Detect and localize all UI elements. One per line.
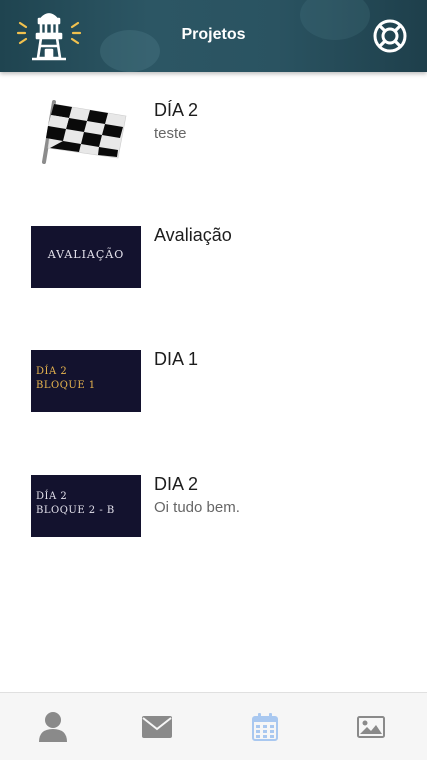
project-title: DIA 2 — [154, 473, 199, 494]
project-thumbnail: DÍA 2 BLOQUE 1 — [31, 350, 141, 412]
app-screen: Projetos DÍA 2 teste AVALIAÇÃO Avaliação… — [0, 0, 427, 760]
thumbnail-line: BLOQUE 1 — [36, 380, 96, 391]
project-item[interactable]: DÍA 2 BLOQUE 2 - B DIA 2 Oi tudo bem. — [0, 446, 427, 571]
project-thumbnail: AVALIAÇÃO — [31, 225, 141, 288]
thumbnail-line: DÍA 2 — [36, 490, 68, 502]
project-title: DÍA 2 — [154, 100, 199, 120]
bottom-tab-bar — [0, 692, 427, 760]
project-title: Avaliação — [154, 224, 232, 245]
header-bar: Projetos — [0, 0, 427, 72]
tab-gallery[interactable] — [318, 693, 424, 760]
lifebuoy-icon[interactable] — [371, 17, 409, 55]
project-list: DÍA 2 teste AVALIAÇÃO Avaliação DÍA 2 BL… — [0, 72, 427, 570]
mail-icon — [142, 716, 172, 738]
image-icon — [357, 716, 385, 738]
tab-messages[interactable] — [104, 693, 210, 760]
project-item[interactable]: DÍA 2 BLOQUE 1 DIA 1 — [0, 321, 427, 446]
project-item[interactable]: AVALIAÇÃO Avaliação — [0, 197, 427, 322]
project-title: DIA 1 — [154, 349, 199, 369]
thumbnail-line: DÍA 2 — [36, 366, 68, 377]
tab-calendar[interactable] — [212, 693, 318, 760]
project-subtitle: teste — [154, 125, 187, 142]
page-title: Projetos — [181, 26, 246, 43]
thumbnail-text: AVALIAÇÃO — [47, 247, 125, 261]
thumbnail-line: BLOQUE 2 - B — [36, 504, 115, 516]
project-thumbnail: DÍA 2 BLOQUE 2 - B — [31, 474, 141, 537]
checkered-flag-icon — [42, 100, 127, 164]
project-subtitle: Oi tudo bem. — [154, 498, 240, 516]
project-item[interactable]: DÍA 2 teste — [0, 72, 427, 197]
calendar-icon — [252, 713, 278, 741]
tab-profile[interactable] — [0, 693, 106, 760]
user-icon — [39, 712, 67, 742]
